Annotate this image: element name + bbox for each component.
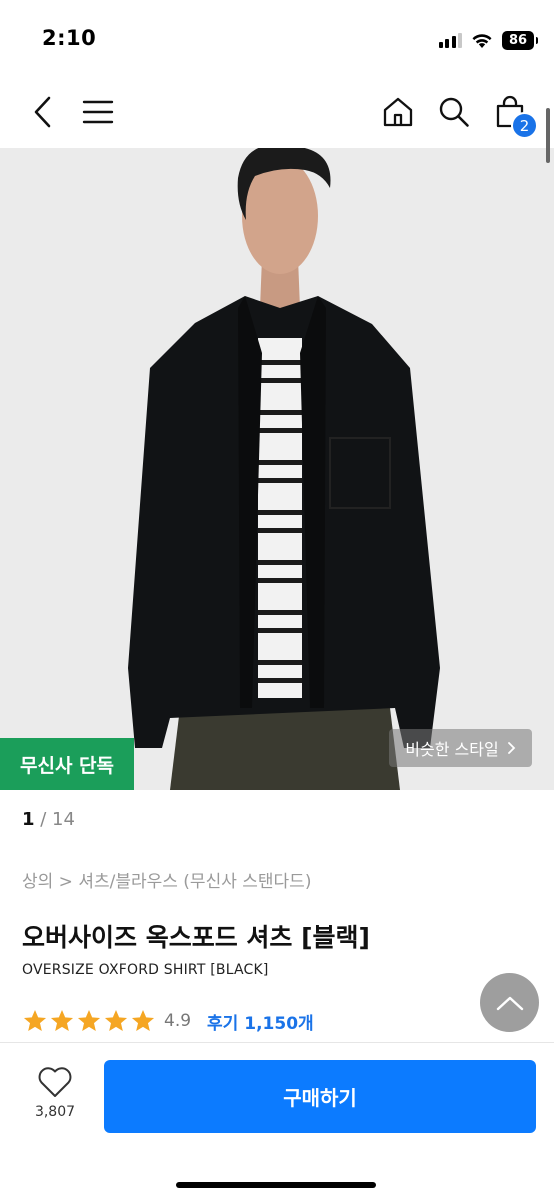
back-button[interactable] xyxy=(20,90,64,134)
scroll-to-top-button[interactable] xyxy=(480,973,539,1032)
home-icon xyxy=(383,97,413,127)
battery-level: 86 xyxy=(508,32,528,48)
star-icon xyxy=(50,1009,74,1031)
nav-bar xyxy=(0,80,554,146)
star-icon xyxy=(104,1009,128,1031)
battery-icon: 86 xyxy=(502,30,538,50)
status-time: 2:10 xyxy=(42,26,97,50)
cellular-signal-icon xyxy=(438,32,462,48)
chevron-up-icon xyxy=(496,996,523,1010)
product-image[interactable] xyxy=(0,148,554,790)
rating-value: 4.9 xyxy=(164,1011,192,1031)
product-subtitle: OVERSIZE OXFORD SHIRT [BLACK] xyxy=(22,962,269,978)
back-chevron-icon xyxy=(34,96,51,128)
search-button[interactable] xyxy=(432,90,476,134)
heart-icon xyxy=(38,1067,72,1097)
star-icon xyxy=(23,1009,47,1031)
rating-row: 4.9 후기 1,150개 xyxy=(22,1008,314,1034)
home-button[interactable] xyxy=(376,90,420,134)
cart-count-badge: 2 xyxy=(511,112,538,139)
page-current: 1 xyxy=(22,809,35,830)
star-icon xyxy=(77,1009,101,1031)
similar-style-label: 비슷한 스타일 xyxy=(405,740,499,759)
status-bar: 2:10 86 xyxy=(0,0,554,80)
home-indicator xyxy=(176,1182,376,1188)
chevron-right-icon xyxy=(507,742,515,754)
rating-stars xyxy=(22,1008,156,1034)
category-breadcrumb[interactable]: 상의 > 셔츠/블라우스 (무신사 스탠다드) xyxy=(22,867,311,892)
search-icon xyxy=(439,97,469,127)
menu-icon xyxy=(82,100,114,124)
star-icon xyxy=(131,1009,155,1031)
similar-style-button[interactable]: 비슷한 스타일 xyxy=(389,729,532,767)
image-page-counter: 1 / 14 xyxy=(22,809,75,830)
status-icons: 86 xyxy=(438,29,538,51)
like-count: 3,807 xyxy=(34,1104,76,1120)
exclusive-badge: 무신사 단독 xyxy=(0,738,134,790)
page-total: / 14 xyxy=(40,809,75,830)
like-button[interactable]: 3,807 xyxy=(22,1066,88,1136)
review-count-link[interactable]: 후기 1,150개 xyxy=(207,1009,314,1034)
page-scrollbar[interactable] xyxy=(546,108,550,163)
product-title: 오버사이즈 옥스포드 셔츠 [블랙] xyxy=(22,923,370,952)
wifi-icon xyxy=(472,33,492,48)
model-photo xyxy=(0,148,554,790)
buy-button[interactable]: 구매하기 xyxy=(104,1060,536,1133)
menu-button[interactable] xyxy=(76,90,120,134)
